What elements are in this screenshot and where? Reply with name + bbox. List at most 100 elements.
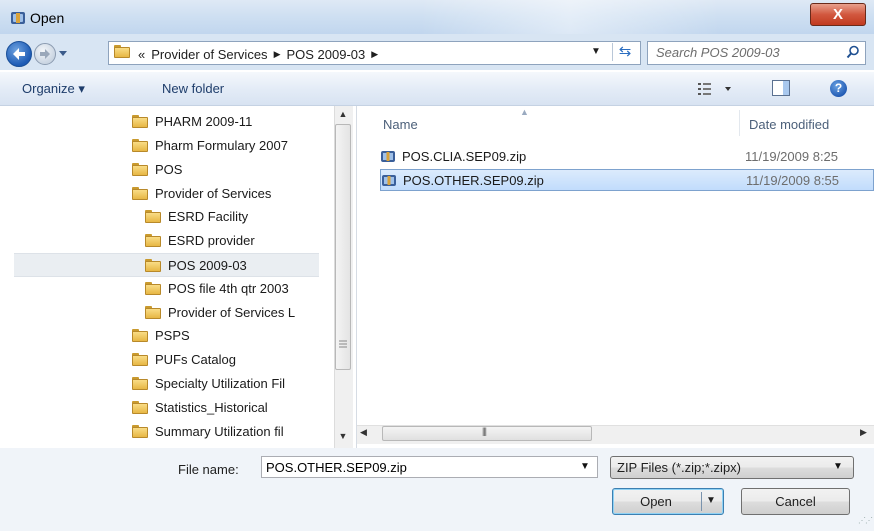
- column-header-date-modified[interactable]: Date modified: [749, 117, 829, 132]
- zip-app-icon: [11, 12, 25, 24]
- folder-icon: [145, 305, 161, 319]
- nav-item-pos-file-4th-qtr-2003[interactable]: POS file 4th qtr 2003: [0, 277, 333, 299]
- nav-item-psps[interactable]: PSPS: [0, 324, 333, 346]
- sort-ascending-icon: ▲: [520, 107, 529, 117]
- address-dropdown-icon[interactable]: ▼: [590, 46, 602, 58]
- nav-item-label: Summary Utilization fil: [155, 423, 284, 439]
- scroll-left-icon[interactable]: ◀: [360, 427, 367, 438]
- nav-item-label: POS 2009-03: [168, 257, 247, 273]
- column-header-name[interactable]: Name: [383, 117, 418, 132]
- breadcrumb-separator-icon[interactable]: ▶: [371, 49, 378, 60]
- nav-item-label: Pharm Formulary 2007: [155, 137, 288, 153]
- folder-icon: [132, 352, 148, 366]
- nav-item-label: ESRD Facility: [168, 208, 249, 224]
- scroll-down-icon[interactable]: ▼: [334, 428, 352, 444]
- breadcrumb-separator-icon[interactable]: ▶: [274, 49, 281, 60]
- nav-item-pharm-2009-11[interactable]: PHARM 2009-11: [0, 110, 333, 132]
- command-bar: [0, 72, 874, 106]
- open-button-label[interactable]: Open: [612, 488, 700, 515]
- horizontal-scrollbar-thumb[interactable]: [382, 426, 592, 441]
- zip-file-icon: [381, 151, 395, 162]
- organize-menu[interactable]: Organize ▾: [22, 81, 85, 97]
- file-type-value: ZIP Files (*.zip;*.zipx): [617, 460, 742, 475]
- file-name-label: File name:: [178, 462, 239, 477]
- help-icon[interactable]: ?: [830, 80, 847, 97]
- file-type-dropdown-icon[interactable]: ▼: [833, 461, 843, 472]
- folder-icon: [132, 424, 148, 438]
- close-button[interactable]: X: [810, 3, 866, 26]
- preview-pane-icon[interactable]: [771, 79, 791, 97]
- refresh-icon[interactable]: ⇆: [612, 43, 637, 61]
- nav-item-label: Provider of Services L: [168, 304, 296, 320]
- scrollbar-grip-icon: [339, 340, 347, 348]
- breadcrumb-item[interactable]: Provider of Services: [151, 47, 267, 62]
- folder-icon: [145, 209, 161, 223]
- breadcrumb[interactable]: « Provider of Services ▶ POS 2009-03 ▶: [138, 45, 378, 63]
- file-date-modified: 11/19/2009 8:55: [746, 172, 840, 188]
- forward-arrow-icon: [40, 49, 50, 59]
- nav-item-label: ESRD provider: [168, 232, 255, 248]
- file-name-input[interactable]: [262, 457, 566, 477]
- folder-icon: [132, 162, 148, 176]
- file-type-select[interactable]: ZIP Files (*.zip;*.zipx): [610, 456, 854, 479]
- nav-item-provider-of-services[interactable]: Provider of Services: [0, 182, 333, 204]
- cancel-button[interactable]: Cancel: [741, 488, 850, 515]
- search-input[interactable]: [648, 42, 836, 62]
- nav-item-summary-utilization[interactable]: Summary Utilization fil: [0, 420, 333, 442]
- recent-pages-dropdown-icon[interactable]: [57, 45, 69, 61]
- close-icon: X: [832, 6, 843, 23]
- column-divider[interactable]: [739, 110, 740, 136]
- nav-item-specialty-utilization[interactable]: Specialty Utilization Fil: [0, 372, 333, 394]
- folder-icon: [132, 328, 148, 342]
- breadcrumb-overflow[interactable]: «: [138, 47, 145, 62]
- search-box[interactable]: [647, 41, 866, 65]
- nav-item-label: POS file 4th qtr 2003: [168, 280, 289, 296]
- file-row-selected[interactable]: POS.OTHER.SEP09.zip 11/19/2009 8:55: [380, 169, 874, 191]
- nav-item-label: Specialty Utilization Fil: [155, 375, 286, 391]
- open-options-dropdown-icon[interactable]: ▼: [706, 495, 716, 506]
- navigation-pane[interactable]: PHARM 2009-11 Pharm Formulary 2007 POS P…: [0, 106, 353, 448]
- search-icon[interactable]: [846, 45, 860, 59]
- nav-item-label: POS: [155, 161, 183, 177]
- folder-icon: [145, 258, 161, 272]
- scrollbar-grip-icon: |||: [482, 426, 487, 436]
- nav-item-label: PUFs Catalog: [155, 351, 236, 367]
- scroll-right-icon[interactable]: ▶: [860, 427, 867, 438]
- breadcrumb-item[interactable]: POS 2009-03: [286, 47, 365, 62]
- file-name: POS.OTHER.SEP09.zip: [403, 172, 544, 188]
- nav-item-pos[interactable]: POS: [0, 158, 333, 180]
- title-bar[interactable]: [0, 0, 874, 34]
- nav-item-pos-2009-03[interactable]: POS 2009-03: [14, 253, 319, 277]
- file-date-modified: 11/19/2009 8:25: [745, 148, 839, 164]
- nav-scrollbar-thumb[interactable]: [335, 124, 351, 370]
- back-button[interactable]: [6, 41, 32, 67]
- change-view-icon[interactable]: [696, 80, 734, 98]
- scroll-up-icon[interactable]: ▲: [334, 106, 352, 122]
- folder-icon: [145, 281, 161, 295]
- nav-item-pharm-formulary-2007[interactable]: Pharm Formulary 2007: [0, 134, 333, 156]
- nav-item-label: Statistics_Historical: [155, 399, 268, 415]
- nav-item-provider-of-services-l[interactable]: Provider of Services L: [0, 301, 333, 323]
- folder-icon: [114, 45, 130, 58]
- window-title: Open: [30, 10, 65, 26]
- folder-icon: [132, 114, 148, 128]
- open-split-divider: [701, 492, 702, 511]
- resize-grip-icon[interactable]: ⋰⋰: [858, 516, 873, 525]
- folder-icon: [132, 400, 148, 414]
- nav-item-statistics-historical[interactable]: Statistics_Historical: [0, 396, 333, 418]
- folder-icon: [132, 186, 148, 200]
- nav-item-esrd-facility[interactable]: ESRD Facility: [0, 205, 333, 227]
- back-arrow-icon: [13, 48, 25, 60]
- file-name-dropdown-icon[interactable]: ▼: [580, 461, 590, 472]
- nav-item-label: PSPS: [155, 327, 190, 343]
- nav-item-esrd-provider[interactable]: ESRD provider: [0, 229, 333, 251]
- zip-file-icon: [382, 175, 396, 186]
- folder-icon: [132, 138, 148, 152]
- forward-button[interactable]: [34, 43, 56, 65]
- new-folder-button[interactable]: New folder: [162, 81, 224, 96]
- file-row[interactable]: POS.CLIA.SEP09.zip 11/19/2009 8:25: [380, 145, 874, 167]
- nav-item-label: Provider of Services: [155, 185, 272, 201]
- file-name-combobox[interactable]: [261, 456, 598, 478]
- folder-icon: [132, 376, 148, 390]
- nav-item-pufs-catalog[interactable]: PUFs Catalog: [0, 348, 333, 370]
